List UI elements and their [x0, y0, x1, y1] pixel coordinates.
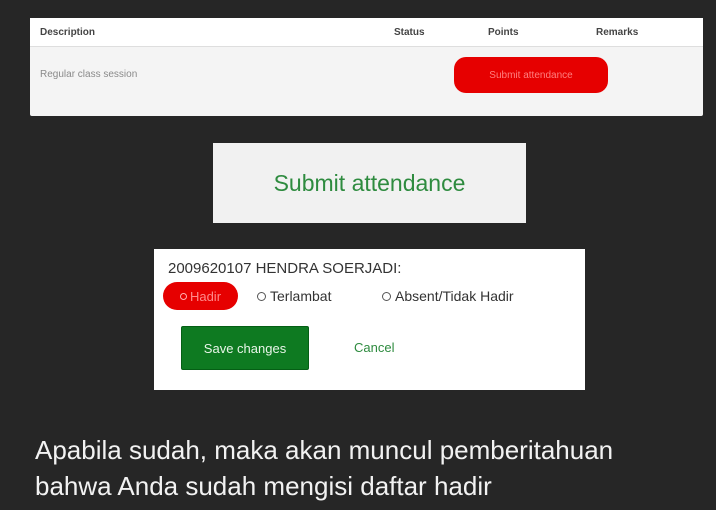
radio-terlambat-label: Terlambat	[270, 288, 332, 304]
row-description: Regular class session	[40, 69, 138, 80]
cancel-link[interactable]: Cancel	[354, 340, 394, 355]
column-header-remarks: Remarks	[596, 27, 639, 38]
student-label: 2009620107 HENDRA SOERJADI:	[168, 260, 402, 277]
radio-absent[interactable]: Absent/Tidak Hadir	[382, 288, 514, 304]
caption-line-1: Apabila sudah, maka akan muncul pemberit…	[35, 435, 614, 465]
column-header-description: Description	[40, 27, 96, 38]
submit-attendance-button[interactable]: Submit attendance	[213, 143, 526, 223]
column-header-points: Points	[488, 27, 519, 38]
attendance-table: Description Status Points Remarks Regula…	[30, 18, 703, 116]
table-header-row: Description Status Points Remarks	[30, 18, 703, 47]
radio-hadir-label: Hadir	[189, 288, 222, 304]
column-header-status: Status	[394, 27, 425, 38]
radio-empty-icon	[382, 291, 391, 301]
attendance-form: 2009620107 HENDRA SOERJADI: Hadir Terlam…	[154, 249, 585, 390]
save-changes-button[interactable]: Save changes	[181, 326, 309, 370]
caption-line-2: bahwa Anda sudah mengisi daftar hadir	[35, 471, 492, 501]
radio-absent-label: Absent/Tidak Hadir	[395, 288, 514, 304]
radio-empty-icon	[257, 291, 266, 301]
radio-terlambat[interactable]: Terlambat	[257, 288, 331, 304]
attendance-radio-group: Hadir Terlambat Absent/Tidak Hadir	[163, 282, 583, 310]
instruction-caption: Apabila sudah, maka akan muncul pemberit…	[35, 432, 711, 504]
radio-selected-icon	[179, 292, 187, 300]
submit-attendance-link-highlighted[interactable]: Submit attendance	[454, 57, 608, 93]
radio-hadir-selected[interactable]: Hadir	[163, 282, 238, 310]
